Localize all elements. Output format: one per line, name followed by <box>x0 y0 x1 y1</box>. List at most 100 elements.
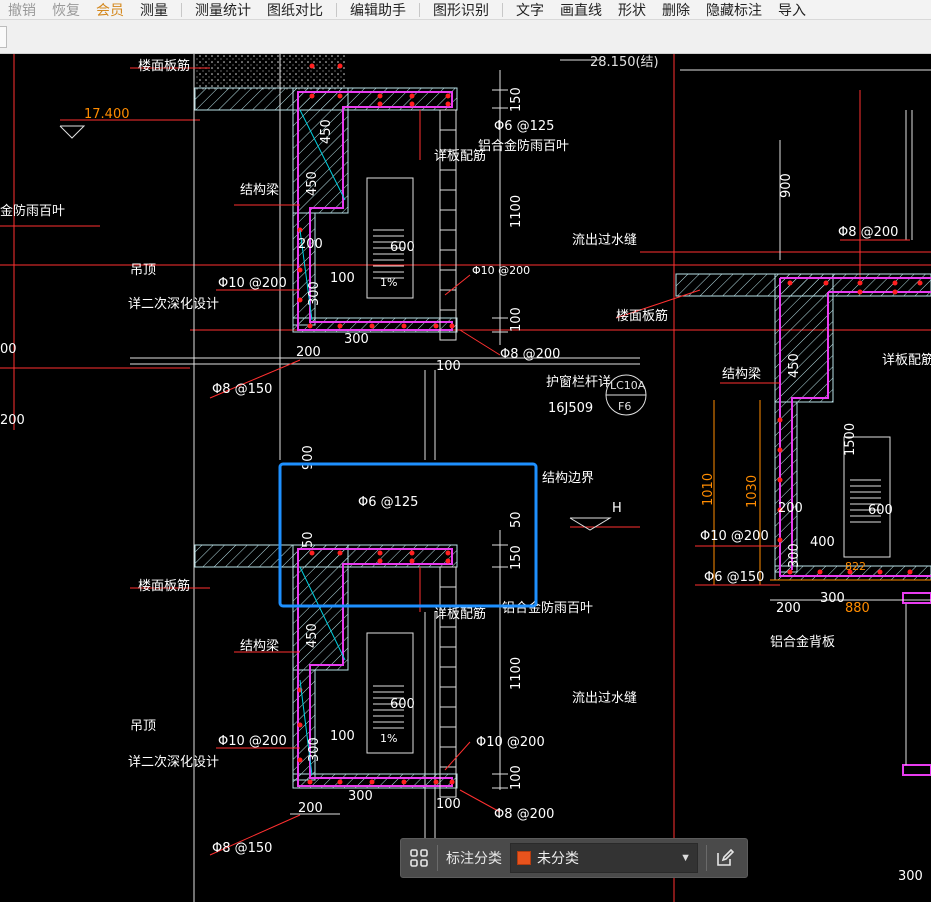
dim-450-top: 450 <box>319 119 334 144</box>
toolbar-item-6[interactable]: 编辑助手 <box>342 0 414 19</box>
label-louver-mid: 铝合金防雨百叶 <box>502 600 593 616</box>
label-slab-rebar-mid: 楼面板筋 <box>138 578 190 594</box>
toolbar-item-12[interactable]: 隐藏标注 <box>698 0 770 19</box>
label-water-seam-mid: 流出过水缝 <box>572 691 637 706</box>
label-rebar-phi8-200-low: Φ8 @200 <box>494 807 554 822</box>
label-detail-rebar-top: 详板配筋 <box>434 148 486 164</box>
chevron-down-icon: ▼ <box>680 852 691 864</box>
label-h-mark: H <box>612 501 622 516</box>
cad-drawing[interactable]: 楼面板筋 28.150(结) 17.400 金防雨百叶 Φ6 @125 铝合金防… <box>0 54 931 902</box>
dim-200-wall-top: 200 <box>298 237 323 252</box>
label-secondary-design-top: 详二次深化设计 <box>128 296 219 312</box>
dim-822-right: 822 <box>845 560 866 573</box>
dim-1100-top: 1100 <box>509 195 524 228</box>
main-toolbar: 撤销 恢复 会员 测量 测量统计 图纸对比 编辑助手 图形识别 文字 画直线 形状 删除 隐藏标注 导入 <box>0 0 931 20</box>
dim-100-vert-top: 100 <box>509 307 524 332</box>
label-slab-rebar-top: 楼面板筋 <box>138 58 190 74</box>
toolbar-item-11[interactable]: 删除 <box>654 0 698 19</box>
toolbar-item-10[interactable]: 形状 <box>610 0 654 19</box>
drawing-canvas[interactable]: 楼面板筋 28.150(结) 17.400 金防雨百叶 Φ6 @125 铝合金防… <box>0 54 931 902</box>
toolbar-item-3[interactable]: 测量 <box>132 0 176 19</box>
label-slab-rebar-right: 楼面板筋 <box>616 308 668 324</box>
dim-1pct-top: 1% <box>380 276 397 289</box>
toolbar-item-13[interactable]: 导入 <box>770 0 814 19</box>
label-detail-rebar-right: 详板配筋 <box>882 352 931 368</box>
toolbar-item-1[interactable]: 恢复 <box>44 0 88 19</box>
label-ceiling-top: 吊顶 <box>130 263 156 278</box>
label-rebar-phi8-150-top: Φ8 @150 <box>212 382 272 397</box>
label-rebar-phi10-200-low2: Φ10 @200 <box>476 735 545 750</box>
dim-200-left: 200 <box>0 413 25 428</box>
dim-600-top: 600 <box>390 240 415 255</box>
label-elevation-top: 28.150(结) <box>590 55 659 70</box>
toolbar-item-8[interactable]: 文字 <box>508 0 552 19</box>
annotation-toolbar: 标注分类 未分类 ▼ <box>400 838 748 878</box>
dim-600-low: 600 <box>390 697 415 712</box>
dim-50-mid-left: 50 <box>301 531 316 548</box>
label-rebar-phi8-200-top: Φ8 @200 <box>500 347 560 362</box>
dim-1030-right: 1030 <box>745 475 760 508</box>
annotation-category-select[interactable]: 未分类 ▼ <box>510 843 698 873</box>
dim-300-vert-top: 300 <box>307 281 322 306</box>
edit-icon[interactable] <box>707 838 743 878</box>
label-struct-boundary: 结构边界 <box>542 471 594 486</box>
dim-00-left: 00 <box>0 342 17 357</box>
label-struct-beam-mid: 结构梁 <box>240 639 279 654</box>
label-railing: 护窗栏杆详 <box>546 374 611 390</box>
label-rebar-phi10-200-mid: Φ10 @200 <box>472 264 530 277</box>
label-callout-top: LC10A <box>610 379 646 392</box>
dim-400-right: 400 <box>810 535 835 550</box>
toolbar-item-2[interactable]: 会员 <box>88 0 132 19</box>
lower-section <box>194 544 458 798</box>
label-ceiling-mid: 吊顶 <box>130 719 156 734</box>
dim-600-right: 600 <box>868 503 893 518</box>
dim-1100-low: 1100 <box>509 657 524 690</box>
secondary-toolbar <box>0 20 931 54</box>
category-color-swatch <box>517 851 531 865</box>
toolbar-separator <box>336 2 337 17</box>
toolbar-separator <box>419 2 420 17</box>
label-secondary-design-mid: 详二次深化设计 <box>128 754 219 770</box>
label-rebar-phi10-200-right: Φ10 @200 <box>700 529 769 544</box>
toolbar-separator <box>502 2 503 17</box>
dim-1500-right: 1500 <box>843 423 858 456</box>
toolbar-item-5[interactable]: 图纸对比 <box>259 0 331 19</box>
dim-300-vert-low: 300 <box>307 737 322 762</box>
toolbar-item-7[interactable]: 图形识别 <box>425 0 497 19</box>
label-rebar-phi6-150-right: Φ6 @150 <box>704 570 764 585</box>
panel-tab-stub[interactable] <box>0 26 7 48</box>
label-callout-bottom: F6 <box>618 400 631 413</box>
label-detail-rebar-mid: 详板配筋 <box>434 606 486 622</box>
label-rebar-phi8-200-right: Φ8 @200 <box>838 225 898 240</box>
label-rebar-phi8-150-low: Φ8 @150 <box>212 841 272 856</box>
label-water-seam-top: 流出过水缝 <box>572 233 637 248</box>
label-rebar-phi10-200-top: Φ10 @200 <box>218 276 287 291</box>
toolbar-item-4[interactable]: 测量统计 <box>187 0 259 19</box>
dim-100-top: 100 <box>436 359 461 374</box>
grid-icon[interactable] <box>401 838 437 878</box>
dim-1010-right: 1010 <box>701 473 716 506</box>
label-rebar-phi6-125-top: Φ6 @125 <box>494 119 554 134</box>
label-struct-beam-right: 结构梁 <box>722 367 761 382</box>
dim-300-low: 300 <box>348 789 373 804</box>
dim-300-vert-right: 300 <box>787 543 802 568</box>
toolbar-item-9[interactable]: 画直线 <box>552 0 610 19</box>
dim-100-wall-low: 100 <box>330 729 355 744</box>
dim-900-right: 900 <box>779 173 794 198</box>
annotation-category-value: 未分类 <box>537 850 579 866</box>
label-rebar-phi10-200-low: Φ10 @200 <box>218 734 287 749</box>
upper-section <box>194 63 458 341</box>
dim-300-top: 300 <box>344 332 369 347</box>
dim-1pct-low: 1% <box>380 732 397 745</box>
dim-880-right: 880 <box>845 601 870 616</box>
dim-150-mid: 150 <box>509 545 524 570</box>
dim-900-mid: 900 <box>301 445 316 470</box>
label-louver-top: 铝合金防雨百叶 <box>478 138 569 154</box>
dim-300-bottom-right: 300 <box>898 869 923 884</box>
toolbar-separator <box>181 2 182 17</box>
toolbar-item-0[interactable]: 撤销 <box>0 0 44 19</box>
white-outline-lines <box>130 54 931 902</box>
label-louver-left: 金防雨百叶 <box>0 203 65 219</box>
label-railing-ref: 16J509 <box>548 401 593 416</box>
dim-100-wall-top: 100 <box>330 271 355 286</box>
